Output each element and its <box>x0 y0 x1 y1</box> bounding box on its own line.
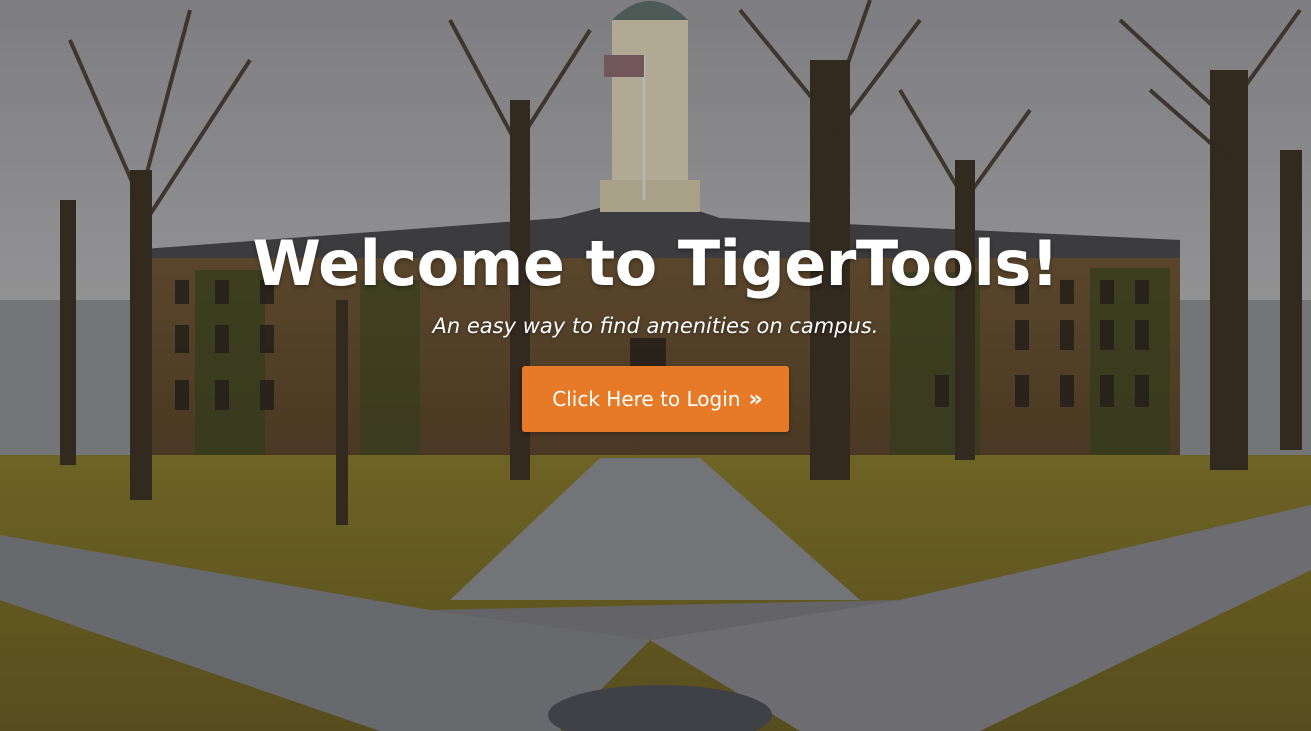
login-button-label: Click Here to Login <box>552 387 741 411</box>
page-subtitle: An easy way to find amenities on campus. <box>432 314 879 338</box>
hero-section: Welcome to TigerTools! An easy way to fi… <box>0 0 1311 731</box>
page-title: Welcome to TigerTools! <box>252 227 1059 300</box>
hero-content: Welcome to TigerTools! An easy way to fi… <box>0 222 1311 432</box>
login-button[interactable]: Click Here to Login » <box>522 366 789 432</box>
double-chevron-right-icon: » <box>748 386 762 412</box>
